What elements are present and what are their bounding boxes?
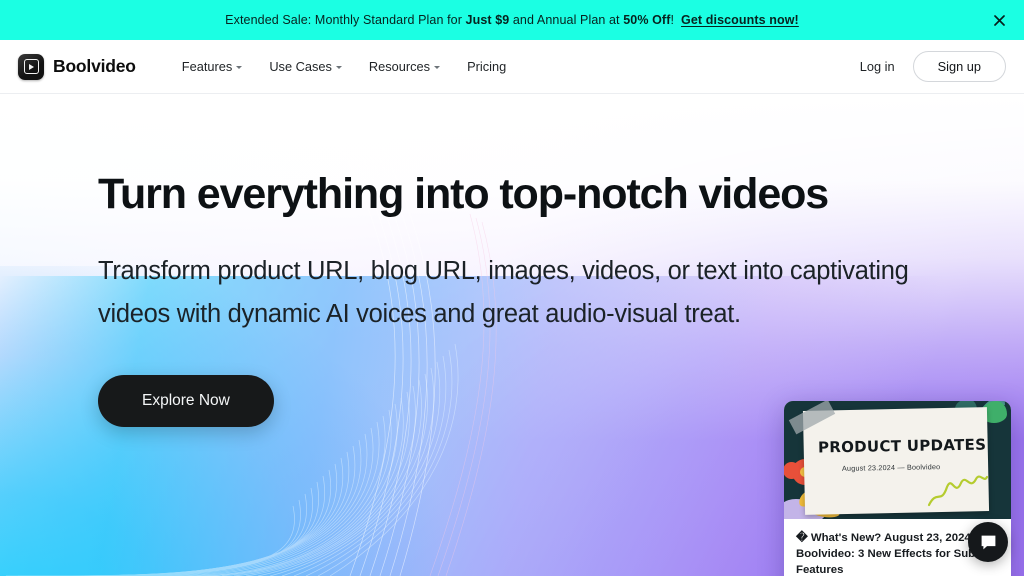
promo-bold-discount: 50% Off	[623, 13, 671, 27]
hero-section: Turn everything into top-notch videos Tr…	[0, 94, 1024, 576]
play-square-icon	[18, 53, 44, 80]
page-title: Turn everything into top-notch videos	[98, 170, 829, 218]
brand-logo[interactable]: Boolvideo	[18, 53, 136, 80]
chevron-down-icon	[434, 66, 441, 69]
nav-item-pricing[interactable]: Pricing	[467, 59, 506, 74]
promo-banner-text: Extended Sale: Monthly Standard Plan for…	[225, 13, 799, 27]
promo-prefix: Extended Sale: Monthly Standard Plan for	[225, 13, 466, 27]
login-link[interactable]: Log in	[860, 59, 895, 74]
promo-banner: Extended Sale: Monthly Standard Plan for…	[0, 0, 1024, 40]
nav-item-label: Resources	[368, 59, 431, 74]
get-discounts-link[interactable]: Get discounts now!	[681, 13, 799, 27]
nav-item-label: Pricing	[467, 59, 507, 74]
close-icon[interactable]	[988, 9, 1010, 31]
thumbnail-headline: PRODUCT UPDATES	[817, 435, 987, 457]
nav-item-use-cases[interactable]: Use Cases	[269, 59, 342, 74]
nav-item-features[interactable]: Features	[182, 59, 243, 74]
thumbnail-date: August 23.2024 — Boolvideo	[841, 462, 941, 473]
chevron-down-icon	[335, 66, 342, 69]
nav-actions: Log in Sign up	[860, 51, 1006, 82]
promo-middle: and Annual Plan at	[509, 13, 624, 27]
nav-item-label: Use Cases	[269, 59, 332, 74]
nav-item-resources[interactable]: Resources	[368, 59, 441, 74]
nav-item-label: Features	[181, 59, 233, 74]
brand-name: Boolvideo	[53, 56, 136, 76]
hero-content: Turn everything into top-notch videos Tr…	[0, 94, 1024, 427]
chevron-down-icon	[236, 66, 243, 69]
promo-bold-price: Just $9	[465, 13, 510, 27]
promo-suffix: !	[670, 13, 675, 27]
chat-bubble-icon[interactable]	[968, 522, 1008, 562]
nav-links: Features Use Cases Resources Pricing	[182, 59, 506, 74]
main-navbar: Boolvideo Features Use Cases Resources P…	[0, 40, 1024, 94]
explore-now-button[interactable]: Explore Now	[98, 374, 274, 427]
product-update-thumbnail: PRODUCT UPDATES August 23.2024 — Boolvid…	[784, 401, 1011, 519]
hero-subtitle: Transform product URL, blog URL, images,…	[98, 257, 909, 329]
signup-button[interactable]: Sign up	[912, 51, 1006, 82]
page-root: Extended Sale: Monthly Standard Plan for…	[0, 0, 1024, 576]
squiggle-decoration	[927, 475, 989, 507]
